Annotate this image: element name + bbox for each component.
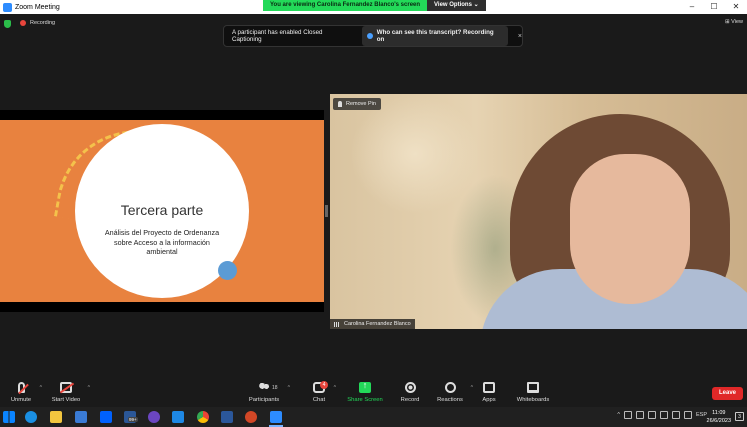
chat-button[interactable]: 4 Chat ^ bbox=[310, 381, 336, 403]
participants-options-caret[interactable]: ^ bbox=[288, 385, 290, 391]
presentation-slide: Tercera parte Análisis del Proyecto de O… bbox=[0, 117, 324, 302]
security-shield-icon[interactable] bbox=[4, 20, 11, 28]
tray-app-icon[interactable] bbox=[623, 411, 632, 419]
view-options-button[interactable]: View Options ⌄ bbox=[427, 0, 486, 11]
wifi-icon[interactable] bbox=[671, 411, 680, 419]
clock-time: 11:09 bbox=[712, 410, 726, 416]
leave-button[interactable]: Leave bbox=[712, 387, 743, 400]
recording-indicator[interactable]: Recording bbox=[20, 20, 55, 26]
close-notice-icon[interactable]: × bbox=[518, 33, 522, 40]
tray-monitor-icon[interactable] bbox=[647, 411, 656, 419]
participants-count: 18 bbox=[272, 385, 278, 391]
tray-security-icon[interactable] bbox=[659, 411, 668, 419]
file-explorer-icon[interactable] bbox=[50, 411, 62, 423]
clock-date: 26/6/2023 bbox=[706, 418, 731, 424]
app-purple-icon[interactable] bbox=[148, 411, 160, 423]
apps-icon bbox=[483, 382, 495, 393]
mail-icon[interactable]: 99+ bbox=[124, 411, 138, 423]
decorative-blue-dot bbox=[218, 261, 237, 280]
window-title: Zoom Meeting bbox=[15, 3, 60, 11]
record-icon bbox=[404, 382, 416, 393]
participants-button[interactable]: 18 Participants ^ bbox=[246, 382, 290, 403]
edge-icon[interactable] bbox=[25, 411, 37, 423]
slide-subtitle: Análisis del Proyecto de Ordenanza sobre… bbox=[104, 228, 220, 256]
word-icon[interactable] bbox=[221, 411, 233, 423]
maximize-button[interactable]: ☐ bbox=[703, 0, 725, 14]
start-video-button[interactable]: Start Video ^ bbox=[50, 382, 90, 403]
chrome-icon[interactable] bbox=[197, 411, 209, 423]
notifications-icon[interactable]: 3 bbox=[735, 412, 744, 421]
recording-dot-icon bbox=[20, 20, 26, 26]
reactions-button[interactable]: Reactions ^ bbox=[435, 382, 473, 403]
pin-icon bbox=[338, 101, 342, 107]
audio-options-caret[interactable]: ^ bbox=[40, 385, 42, 391]
transcript-visibility-button[interactable]: Who can see this transcript? Recording o… bbox=[361, 26, 508, 46]
windows-start-icon[interactable] bbox=[3, 411, 15, 423]
zoom-logo-icon bbox=[3, 2, 12, 12]
participant-name-label: Carolina Fernandez Blanco bbox=[330, 319, 415, 329]
signal-bars-icon bbox=[334, 321, 341, 327]
whiteboards-button[interactable]: Whiteboards bbox=[513, 382, 553, 403]
unmute-button[interactable]: Unmute ^ bbox=[8, 382, 42, 403]
app-blue-icon[interactable] bbox=[172, 411, 184, 423]
participants-icon bbox=[258, 382, 270, 393]
split-resize-handle[interactable] bbox=[325, 205, 328, 217]
windows-taskbar: 99+ ^ ESP 11:09 26/6/2023 3 bbox=[0, 407, 747, 427]
slide-title: Tercera parte bbox=[120, 202, 204, 218]
apps-button[interactable]: Apps bbox=[480, 382, 498, 403]
reactions-icon bbox=[444, 382, 456, 393]
participant-video[interactable] bbox=[330, 94, 747, 329]
viewing-banner: You are viewing Carolina Fernandez Blanc… bbox=[263, 0, 486, 11]
system-tray: ^ ESP bbox=[617, 411, 707, 419]
participant-face bbox=[570, 154, 690, 304]
video-options-caret[interactable]: ^ bbox=[88, 385, 90, 391]
reactions-options-caret[interactable]: ^ bbox=[471, 385, 473, 391]
zoom-taskbar-icon[interactable] bbox=[270, 411, 282, 423]
share-screen-icon bbox=[359, 380, 371, 393]
whiteboard-icon bbox=[527, 382, 539, 393]
video-off-icon bbox=[60, 382, 72, 393]
minimize-button[interactable]: – bbox=[681, 0, 703, 14]
mail-badge: 99+ bbox=[128, 417, 138, 422]
record-button[interactable]: Record bbox=[398, 382, 422, 403]
volume-icon[interactable] bbox=[683, 411, 692, 419]
meeting-toolbar: Unmute ^ Start Video ^ 18 Participants ^… bbox=[0, 378, 747, 407]
person-icon bbox=[366, 33, 373, 39]
chat-options-caret[interactable]: ^ bbox=[334, 385, 336, 391]
recording-label: Recording bbox=[30, 20, 56, 26]
clock[interactable]: 11:09 26/6/2023 bbox=[707, 409, 731, 425]
muted-mic-icon bbox=[17, 382, 25, 393]
tray-chevron-icon[interactable]: ^ bbox=[617, 412, 620, 418]
closed-caption-notice: A participant has enabled Closed Caption… bbox=[223, 25, 523, 47]
language-indicator[interactable]: ESP bbox=[696, 412, 707, 418]
store-icon[interactable] bbox=[75, 411, 87, 423]
chat-icon: 4 bbox=[313, 381, 328, 393]
close-window-button[interactable]: ✕ bbox=[725, 0, 747, 14]
view-button[interactable]: ⊞ View bbox=[725, 19, 743, 25]
chat-badge: 4 bbox=[320, 381, 328, 389]
remove-pin-button[interactable]: Remove Pin bbox=[333, 98, 381, 110]
window-controls: – ☐ ✕ bbox=[681, 0, 747, 14]
onedrive-icon[interactable] bbox=[635, 411, 644, 419]
share-screen-button[interactable]: Share Screen bbox=[346, 380, 384, 403]
viewing-screen-label: You are viewing Carolina Fernandez Blanc… bbox=[263, 0, 428, 11]
cc-message: A participant has enabled Closed Caption… bbox=[232, 29, 323, 43]
dropbox-icon[interactable] bbox=[100, 411, 112, 423]
powerpoint-icon[interactable] bbox=[245, 411, 257, 423]
